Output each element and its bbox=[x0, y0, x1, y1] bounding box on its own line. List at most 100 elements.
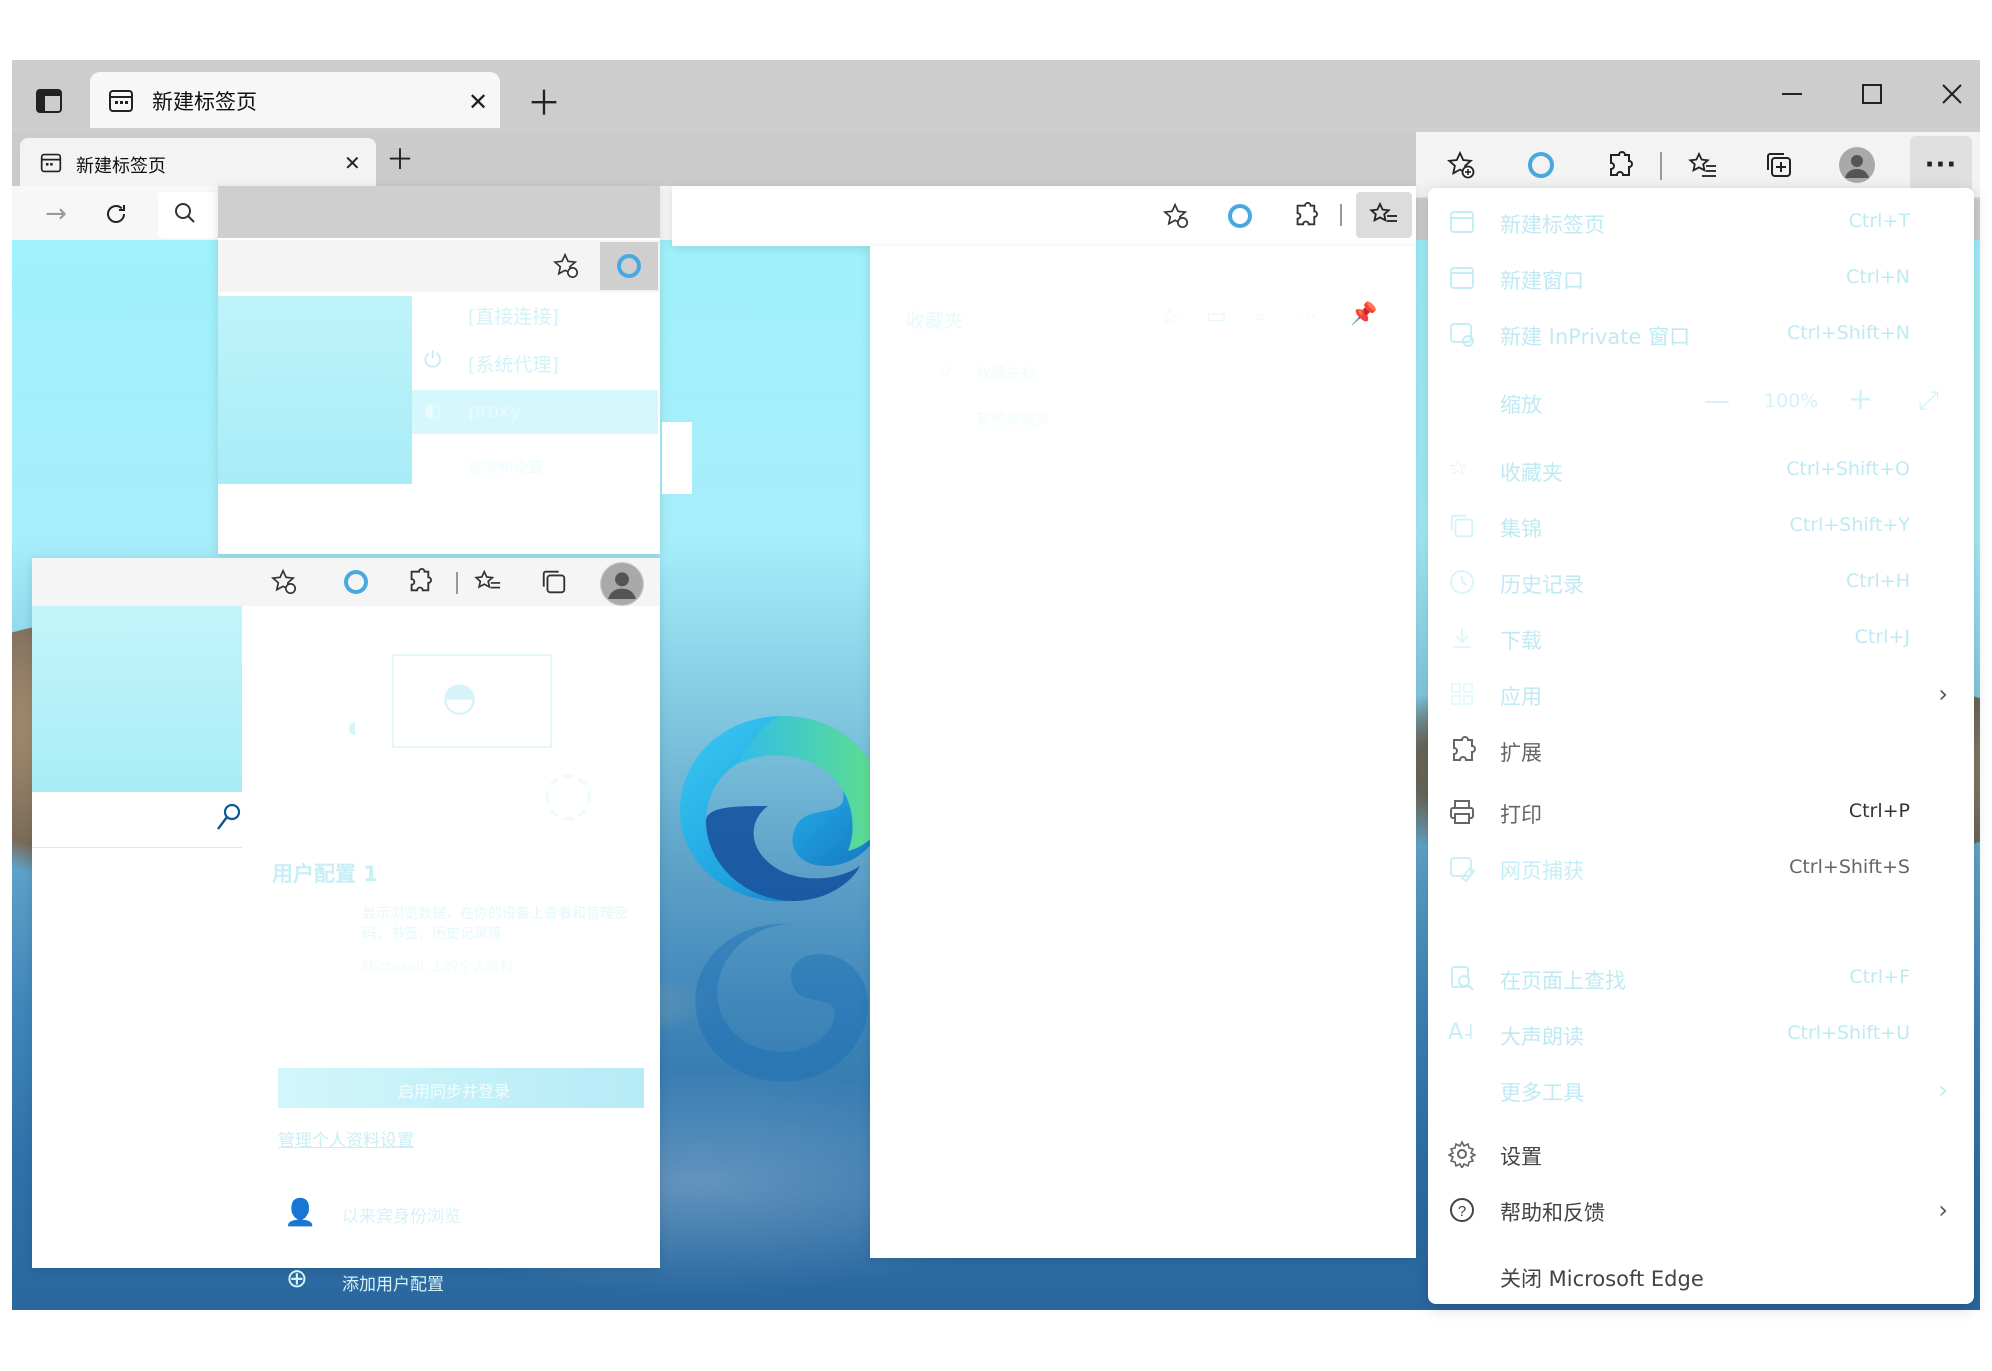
menu-shortcut: Ctrl+H bbox=[1845, 570, 1910, 592]
minimize-icon[interactable] bbox=[1772, 74, 1812, 114]
proxy-item-options[interactable]: 选项和设置 bbox=[468, 456, 543, 477]
more-icon[interactable]: ··· bbox=[1910, 136, 1972, 194]
address-input[interactable] bbox=[158, 192, 218, 238]
print-icon bbox=[1448, 798, 1476, 826]
add-favorite-icon[interactable] bbox=[552, 252, 580, 280]
menu-item-new-inprivate[interactable]: 新建 InPrivate 窗口 Ctrl+Shift+N bbox=[1428, 312, 1974, 356]
menu-item-history[interactable]: 历史记录 Ctrl+H bbox=[1428, 560, 1974, 604]
menu-label: 新建窗口 bbox=[1500, 269, 1584, 293]
menu-item-find-on-page[interactable]: 在页面上查找 Ctrl+F bbox=[1428, 956, 1974, 1000]
sync-button-label: 启用同步并登录 bbox=[398, 1082, 511, 1101]
cortana-icon[interactable] bbox=[342, 568, 370, 596]
illustration-swirl: ◌ bbox=[542, 758, 595, 828]
add-favorite-icon[interactable]: ☆ bbox=[1160, 304, 1180, 329]
menu-label: 大声朗读 bbox=[1500, 1025, 1584, 1049]
toolbar-divider bbox=[1340, 204, 1342, 226]
menu-label: 收藏夹 bbox=[1500, 461, 1563, 485]
add-folder-icon[interactable]: ▭ bbox=[1206, 304, 1227, 329]
newtab-icon bbox=[108, 88, 134, 114]
tab-actions-icon[interactable] bbox=[30, 82, 68, 120]
menu-item-help[interactable]: ? 帮助和反馈 › bbox=[1428, 1188, 1974, 1232]
menu-label: 下载 bbox=[1500, 629, 1542, 653]
profile-microsoft-link[interactable]: Microsoft 上的个人资料 bbox=[362, 956, 514, 976]
profile-bg-preview bbox=[32, 606, 242, 792]
zoom-out-icon[interactable]: — bbox=[1704, 386, 1730, 416]
proxy-item-system[interactable]: [系统代理] bbox=[468, 350, 559, 377]
cortana-icon[interactable] bbox=[1516, 140, 1566, 190]
more-icon[interactable]: ··· bbox=[1298, 304, 1317, 328]
inprivate-icon bbox=[1448, 320, 1476, 348]
pin-icon[interactable]: 📌 bbox=[1350, 302, 1377, 327]
favorites-bar-item[interactable]: 收藏夹栏 bbox=[976, 362, 1036, 383]
close-window-icon[interactable] bbox=[1932, 74, 1972, 114]
close-tab-icon[interactable]: ✕ bbox=[468, 88, 488, 116]
proxy-item-selected-bg bbox=[412, 390, 658, 434]
tab-new-tab-inner[interactable]: 新建标签页 ✕ bbox=[20, 138, 376, 188]
menu-item-read-aloud[interactable]: A˨ 大声朗读 Ctrl+Shift+U bbox=[1428, 1012, 1974, 1056]
menu-item-more-tools[interactable]: 更多工具 › bbox=[1428, 1068, 1974, 1112]
new-tab-plus-icon[interactable]: ＋ bbox=[524, 80, 564, 124]
sync-button[interactable]: 启用同步并登录 bbox=[278, 1068, 644, 1108]
new-window-icon bbox=[1448, 264, 1476, 292]
cortana-icon[interactable] bbox=[600, 242, 658, 290]
fullscreen-icon[interactable]: ⤢ bbox=[1918, 386, 1939, 417]
favorites-icon[interactable] bbox=[1356, 192, 1412, 238]
menu-item-zoom: 缩放 — 100% + ⤢ bbox=[1428, 380, 1974, 424]
menu-item-apps[interactable]: 应用 › bbox=[1428, 672, 1974, 716]
menu-item-web-capture[interactable]: 网页捕获 Ctrl+Shift+S bbox=[1428, 846, 1974, 890]
menu-item-close-edge[interactable]: 关闭 Microsoft Edge bbox=[1428, 1254, 1974, 1298]
add-favorite-icon[interactable] bbox=[270, 568, 298, 596]
menu-label: 关闭 Microsoft Edge bbox=[1500, 1267, 1704, 1291]
search-box[interactable] bbox=[32, 792, 242, 848]
add-favorite-icon[interactable] bbox=[1436, 140, 1486, 190]
refresh-icon[interactable] bbox=[96, 194, 136, 234]
menu-item-print[interactable]: 打印 Ctrl+P bbox=[1428, 790, 1974, 834]
cortana-icon[interactable] bbox=[1226, 202, 1254, 230]
extensions-icon[interactable] bbox=[1292, 202, 1318, 228]
profile-icon[interactable] bbox=[600, 562, 644, 606]
zoom-in-icon[interactable]: + bbox=[1848, 382, 1873, 417]
menu-label: 打印 bbox=[1500, 803, 1542, 827]
guest-browse-item[interactable]: 以来宾身份浏览 bbox=[342, 1202, 461, 1227]
add-favorite-icon[interactable] bbox=[1162, 202, 1190, 230]
proxy-item-proxy[interactable]: proxy bbox=[468, 400, 521, 422]
menu-item-extensions[interactable]: 扩展 bbox=[1428, 728, 1974, 772]
menu-item-downloads[interactable]: 下载 Ctrl+J bbox=[1428, 616, 1974, 660]
favorites-icon[interactable] bbox=[474, 568, 502, 596]
menu-item-favorites[interactable]: ☆ 收藏夹 Ctrl+Shift+O bbox=[1428, 448, 1974, 492]
collections-icon[interactable] bbox=[1754, 140, 1804, 190]
collections-icon[interactable] bbox=[540, 568, 568, 596]
search-icon bbox=[174, 202, 196, 224]
menu-item-new-tab[interactable]: 新建标签页 Ctrl+T bbox=[1428, 200, 1974, 244]
edge-logo-reflection bbox=[678, 920, 888, 1090]
search-icon[interactable]: ⌕ bbox=[1254, 304, 1265, 328]
menu-item-settings[interactable]: 设置 bbox=[1428, 1132, 1974, 1176]
menu-label: 扩展 bbox=[1500, 741, 1542, 765]
menu-item-new-window[interactable]: 新建窗口 Ctrl+N bbox=[1428, 256, 1974, 300]
profile-icon[interactable] bbox=[1832, 140, 1882, 190]
menu-label: 更多工具 bbox=[1500, 1081, 1584, 1105]
favorites-toolbar-strip bbox=[672, 186, 1416, 246]
favorites-title: 收藏夹 bbox=[906, 310, 964, 332]
manage-profile-settings-link[interactable]: 管理个人资料设置 bbox=[278, 1126, 414, 1151]
menu-item-collections[interactable]: 集锦 Ctrl+Shift+Y bbox=[1428, 504, 1974, 548]
close-tab-icon[interactable]: ✕ bbox=[344, 151, 361, 175]
proxy-panel-toolbar bbox=[218, 240, 660, 292]
tab-new-tab-outer[interactable]: 新建标签页 ✕ bbox=[90, 72, 500, 128]
menu-label: 集锦 bbox=[1500, 517, 1542, 541]
forward-icon[interactable]: → bbox=[36, 194, 76, 234]
profile-desc: 显示浏览数据，在你的设备上查看和管理密码、书签、历史记录等 bbox=[362, 906, 628, 942]
proxy-item-direct[interactable]: [直接连接] bbox=[468, 302, 559, 329]
maximize-icon[interactable] bbox=[1852, 74, 1892, 114]
favorites-icon[interactable] bbox=[1678, 140, 1728, 190]
collections-icon bbox=[1448, 512, 1476, 540]
other-favorites-item[interactable]: 其他收藏夹 bbox=[976, 408, 1051, 429]
add-profile-icon: ⊕ bbox=[286, 1264, 308, 1294]
new-tab-plus-icon[interactable]: ＋ bbox=[382, 140, 418, 176]
menu-label: 帮助和反馈 bbox=[1500, 1201, 1605, 1225]
extensions-icon[interactable] bbox=[406, 568, 432, 594]
add-profile-item[interactable]: 添加用户配置 bbox=[342, 1270, 444, 1295]
menu-shortcut: Ctrl+P bbox=[1848, 800, 1910, 822]
extensions-icon[interactable] bbox=[1594, 140, 1644, 190]
menu-label: 网页捕获 bbox=[1500, 859, 1584, 883]
